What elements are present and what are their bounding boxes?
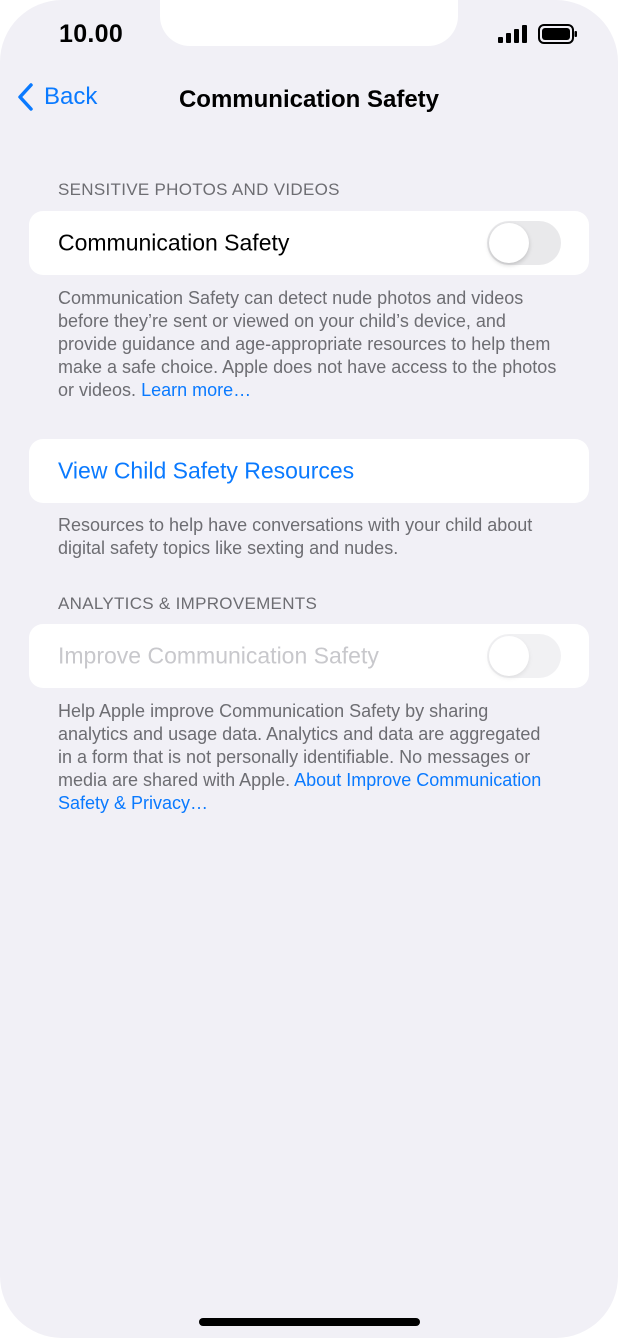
notch: [160, 0, 458, 46]
communication-safety-label: Communication Safety: [58, 229, 290, 256]
communication-safety-toggle[interactable]: [487, 221, 561, 265]
toggle-knob: [489, 636, 529, 676]
toggle-knob: [489, 223, 529, 263]
section-header-analytics: ANALYTICS & IMPROVEMENTS: [58, 594, 318, 613]
analytics-description: Help Apple improve Communication Safety …: [58, 700, 558, 815]
learn-more-link[interactable]: Learn more…: [141, 380, 251, 400]
status-icons: [498, 24, 578, 44]
communication-safety-description: Communication Safety can detect nude pho…: [58, 287, 558, 402]
status-time: 10.00: [59, 20, 124, 48]
communication-safety-row: Communication Safety: [29, 211, 589, 275]
view-child-safety-resources-row[interactable]: View Child Safety Resources: [29, 439, 589, 503]
view-child-safety-resources-link[interactable]: View Child Safety Resources: [58, 458, 354, 485]
improve-communication-safety-toggle[interactable]: [487, 634, 561, 678]
section-header-sensitive: SENSITIVE PHOTOS AND VIDEOS: [58, 180, 340, 199]
page-title: Communication Safety: [178, 86, 440, 113]
resources-description: Resources to help have conversations wit…: [58, 515, 533, 558]
improve-communication-safety-row: Improve Communication Safety: [29, 624, 589, 688]
battery-icon: [538, 24, 577, 44]
home-indicator[interactable]: [199, 1318, 420, 1326]
improve-communication-safety-label: Improve Communication Safety: [58, 642, 379, 669]
phone-screen: 10.00 Back Communication Safety SENSITIV…: [0, 0, 618, 1338]
cellular-signal-icon: [498, 25, 527, 43]
description-text: Communication Safety can detect nude pho…: [58, 288, 557, 400]
